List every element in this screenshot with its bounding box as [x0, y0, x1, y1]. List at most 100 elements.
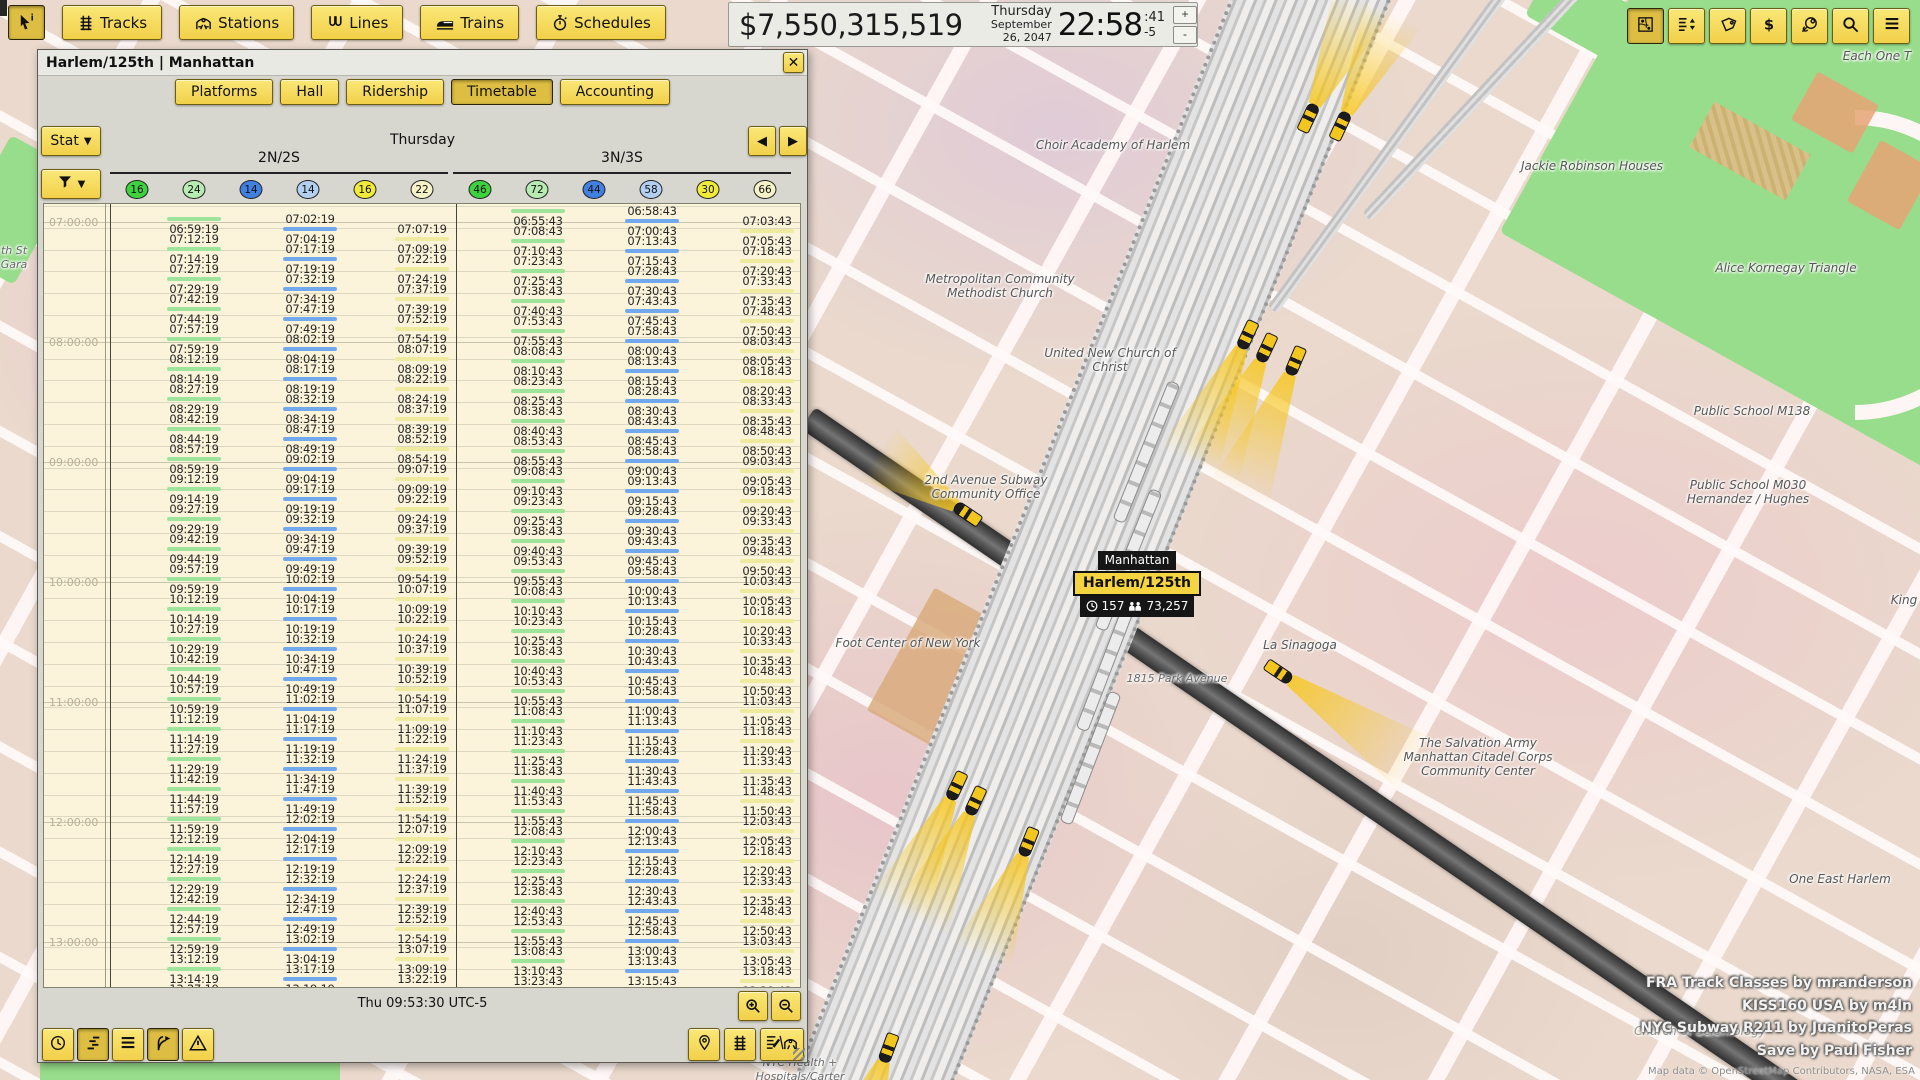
arrival-time[interactable]: 11:52:19 [394, 792, 450, 806]
map-overlay-button[interactable] [1627, 8, 1664, 44]
finances-button[interactable]: $ [1750, 8, 1787, 44]
arrival-time[interactable]: 11:47:19 [282, 782, 338, 796]
zoom-out-button[interactable] [771, 991, 801, 1021]
arrival-time[interactable]: 10:13:43 [624, 594, 680, 608]
arrival-time[interactable]: 08:13:43 [624, 354, 680, 368]
line-badge[interactable]: 72 [526, 180, 549, 199]
arrival-time[interactable]: 12:48:43 [739, 904, 795, 918]
arrival-time[interactable]: 09:22:19 [394, 492, 450, 506]
line-badge[interactable]: 58 [640, 180, 663, 199]
arrival-time[interactable]: 11:53:43 [510, 794, 566, 808]
arrival-time[interactable]: 08:52:19 [394, 432, 450, 446]
arrival-time[interactable]: 09:32:19 [282, 512, 338, 526]
arrival-time[interactable]: 13:22:19 [394, 972, 450, 986]
arrival-time[interactable]: 08:28:43 [624, 384, 680, 398]
arrival-time[interactable]: 09:17:19 [282, 482, 338, 496]
arrival-time[interactable]: 13:08:43 [510, 944, 566, 958]
locate-button[interactable] [688, 1028, 720, 1061]
line-badge[interactable]: 16 [126, 180, 149, 199]
arrival-time[interactable]: 13:18:43 [739, 964, 795, 978]
arrival-time[interactable]: 08:23:43 [510, 374, 566, 388]
arrival-time[interactable]: 10:38:43 [510, 644, 566, 658]
arrival-time[interactable]: 09:58:43 [624, 564, 680, 578]
arrival-time[interactable]: 10:07:19 [394, 582, 450, 596]
arrival-time[interactable]: 08:17:19 [282, 362, 338, 376]
arrival-time[interactable]: 07:13:43 [624, 234, 680, 248]
arrival-time[interactable]: 07:53:43 [510, 314, 566, 328]
arrival-time[interactable]: 10:22:19 [394, 612, 450, 626]
arrival-time[interactable]: 10:33:43 [739, 634, 795, 648]
arrival-time[interactable]: 08:43:43 [624, 414, 680, 428]
arrival-time[interactable]: 11:33:43 [739, 754, 795, 768]
arrival-time[interactable]: 09:13:43 [624, 474, 680, 488]
arrival-time[interactable]: 11:13:43 [624, 714, 680, 728]
arrival-time[interactable]: 07:52:19 [394, 312, 450, 326]
arrival-time[interactable]: 11:22:19 [394, 732, 450, 746]
arrival-time[interactable]: 08:38:43 [510, 404, 566, 418]
arrival-time[interactable]: 07:42:19 [166, 292, 222, 306]
arrival-time[interactable]: 12:02:19 [282, 812, 338, 826]
tags-button[interactable] [1709, 8, 1746, 44]
close-button[interactable]: ✕ [783, 52, 804, 73]
arrival-time[interactable]: 07:18:43 [739, 244, 795, 258]
toolbar-trains-button[interactable]: Trains [420, 5, 519, 40]
arrival-time[interactable]: 09:33:43 [739, 514, 795, 528]
arrival-time[interactable]: 12:22:19 [394, 852, 450, 866]
line-badge[interactable]: 14 [297, 180, 320, 199]
arrival-time[interactable]: 07:43:43 [624, 294, 680, 308]
arrival-time[interactable]: 11:17:19 [282, 722, 338, 736]
arrival-time[interactable]: 12:07:19 [394, 822, 450, 836]
tab-ridership[interactable]: Ridership [346, 79, 444, 105]
arrival-time[interactable]: 13:02:19 [282, 932, 338, 946]
arrival-time[interactable]: 09:48:43 [739, 544, 795, 558]
arrival-time[interactable]: 11:18:43 [739, 724, 795, 738]
arrival-time[interactable]: 11:28:43 [624, 744, 680, 758]
arrival-time[interactable]: 09:18:43 [739, 484, 795, 498]
arrival-time[interactable]: 09:08:43 [510, 464, 566, 478]
arrival-time[interactable]: 10:08:43 [510, 584, 566, 598]
arrival-time[interactable]: 11:12:19 [166, 712, 222, 726]
time-speed-up-button[interactable]: + [1173, 6, 1197, 24]
timetable-grid[interactable]: 07:00:0008:00:0009:00:0010:00:0011:00:00… [43, 203, 801, 988]
search-button[interactable] [1832, 8, 1869, 44]
stops-button[interactable] [77, 1028, 109, 1061]
arrival-time[interactable]: 07:12:19 [166, 232, 222, 246]
arrival-time[interactable]: 12:03:43 [739, 814, 795, 828]
arrival-time[interactable]: 08:53:43 [510, 434, 566, 448]
arrival-time[interactable]: 08:27:19 [166, 382, 222, 396]
arrival-time[interactable]: 08:07:19 [394, 342, 450, 356]
arrival-time[interactable]: 11:48:43 [739, 784, 795, 798]
toolbar-tracks-button[interactable]: Tracks [62, 5, 162, 40]
arrival-time[interactable]: 08:12:19 [166, 352, 222, 366]
arrival-time[interactable]: 12:13:43 [624, 834, 680, 848]
arrival-time[interactable]: 11:42:19 [166, 772, 222, 786]
arrival-time[interactable]: 11:43:43 [624, 774, 680, 788]
arrival-time[interactable]: 10:57:19 [166, 682, 222, 696]
arrival-time[interactable]: 12:27:19 [166, 862, 222, 876]
line-badge[interactable]: 24 [183, 180, 206, 199]
clock-button[interactable] [42, 1028, 74, 1061]
zoom-in-button[interactable] [738, 991, 768, 1021]
arrival-time[interactable]: 07:38:43 [510, 284, 566, 298]
toolbar-lines-button[interactable]: Lines [311, 5, 403, 40]
arrival-time[interactable]: 13:13:43 [624, 954, 680, 968]
arrival-time[interactable]: 11:37:19 [394, 762, 450, 776]
arrival-time[interactable]: 11:38:43 [510, 764, 566, 778]
arrival-time[interactable]: 10:52:19 [394, 672, 450, 686]
arrival-time[interactable]: 13:03:43 [739, 934, 795, 948]
arrival-time[interactable]: 09:53:43 [510, 554, 566, 568]
arrival-time[interactable]: 08:57:19 [166, 442, 222, 456]
arrival-time[interactable]: 08:03:43 [739, 334, 795, 348]
time-speed-down-button[interactable]: - [1173, 26, 1197, 44]
arrival-time[interactable]: 12:28:43 [624, 864, 680, 878]
arrival-time[interactable]: 12:42:19 [166, 892, 222, 906]
arrival-time[interactable]: 09:47:19 [282, 542, 338, 556]
platform-tracks-button[interactable] [724, 1028, 756, 1061]
tooltip-station-name[interactable]: Harlem/125th [1073, 571, 1201, 596]
main-menu-button[interactable] [1873, 8, 1910, 44]
arrival-time[interactable]: 07:07:19 [394, 222, 450, 236]
arrival-time[interactable]: 07:57:19 [166, 322, 222, 336]
arrival-time[interactable]: 07:08:43 [510, 224, 566, 238]
line-badge[interactable]: 16 [354, 180, 377, 199]
arrival-time[interactable]: 13:17:19 [282, 962, 338, 976]
